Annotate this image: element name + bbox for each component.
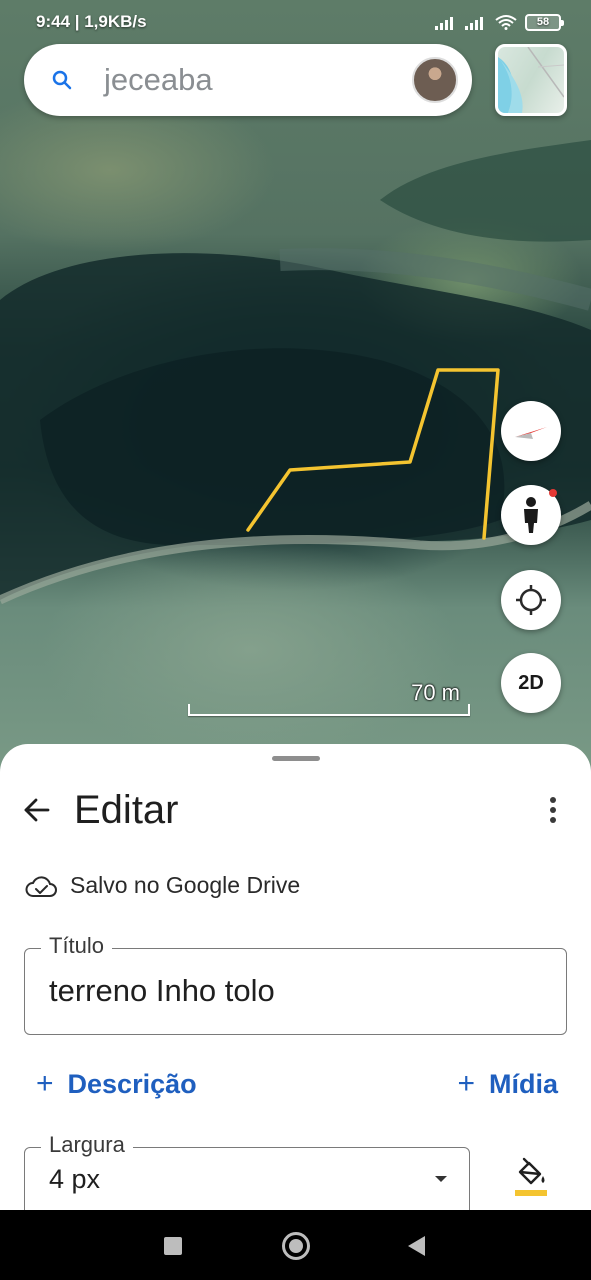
add-actions-row: + Descrição + Mídia xyxy=(36,1062,558,1106)
paint-bucket-icon xyxy=(515,1157,547,1196)
my-location-icon xyxy=(516,585,546,615)
battery-icon: 58 xyxy=(525,13,564,31)
plus-icon: + xyxy=(457,1067,475,1100)
line-color-button[interactable] xyxy=(512,1156,550,1200)
compass-button[interactable] xyxy=(501,401,561,461)
map-view[interactable]: 9:44 | 1,9KB/s 58 jeceaba 2D 70 m xyxy=(0,0,591,780)
status-bar: 9:44 | 1,9KB/s 58 xyxy=(0,0,591,44)
add-media-button[interactable]: + Mídia xyxy=(457,1067,558,1101)
toggle-2d-button[interactable]: 2D xyxy=(501,653,561,713)
sheet-header: Editar xyxy=(0,784,591,836)
page-title: Editar xyxy=(74,787,179,832)
street-view-icon xyxy=(524,497,538,533)
map-layer-thumbnail[interactable] xyxy=(495,44,567,116)
map-thumbnail-icon xyxy=(498,47,564,113)
back-button[interactable] xyxy=(22,795,52,825)
status-time: 9:44 | 1,9KB/s xyxy=(36,12,147,31)
width-select[interactable]: Largura 4 px xyxy=(24,1132,470,1210)
map-scale: 70 m xyxy=(188,680,470,718)
home-button[interactable] xyxy=(282,1232,310,1260)
edit-bottom-sheet: Editar Salvo no Google Drive Título terr… xyxy=(0,744,591,1210)
cloud-done-icon xyxy=(25,875,57,897)
dropdown-arrow-icon xyxy=(435,1176,447,1182)
add-media-label: Mídia xyxy=(488,1068,558,1099)
my-location-button[interactable] xyxy=(501,570,561,630)
system-back-button[interactable] xyxy=(408,1236,425,1256)
search-input[interactable]: jeceaba xyxy=(104,62,412,98)
search-bar[interactable]: jeceaba xyxy=(24,44,472,116)
width-field-label: Largura xyxy=(41,1132,133,1158)
title-field-label: Título xyxy=(41,933,113,959)
notification-dot xyxy=(549,489,557,497)
add-description-button[interactable]: + Descrição xyxy=(36,1067,197,1101)
recents-button[interactable] xyxy=(164,1237,182,1255)
scale-label: 70 m xyxy=(411,680,460,705)
save-status: Salvo no Google Drive xyxy=(24,872,300,899)
satellite-terrain xyxy=(0,140,591,605)
plus-icon: + xyxy=(36,1067,54,1100)
compass-icon xyxy=(515,427,547,439)
save-status-text: Salvo no Google Drive xyxy=(70,872,301,898)
wifi-icon xyxy=(495,15,517,30)
more-options-button[interactable] xyxy=(545,795,561,825)
title-input[interactable]: terreno Inho tolo xyxy=(49,973,275,1009)
title-field[interactable]: Título terreno Inho tolo xyxy=(24,933,567,1035)
add-description-label: Descrição xyxy=(67,1068,197,1099)
avatar[interactable] xyxy=(412,57,458,103)
signal-icon xyxy=(435,17,453,30)
width-value: 4 px xyxy=(49,1164,101,1194)
status-icons: 58 xyxy=(435,13,564,31)
drag-handle[interactable] xyxy=(272,756,320,761)
signal-icon xyxy=(465,17,483,30)
more-vert-icon xyxy=(550,797,556,823)
scale-bar xyxy=(188,704,470,716)
search-icon xyxy=(52,70,72,90)
system-nav-bar xyxy=(0,1210,591,1280)
arrow-back-icon xyxy=(24,798,50,822)
street-view-button[interactable] xyxy=(501,485,561,545)
